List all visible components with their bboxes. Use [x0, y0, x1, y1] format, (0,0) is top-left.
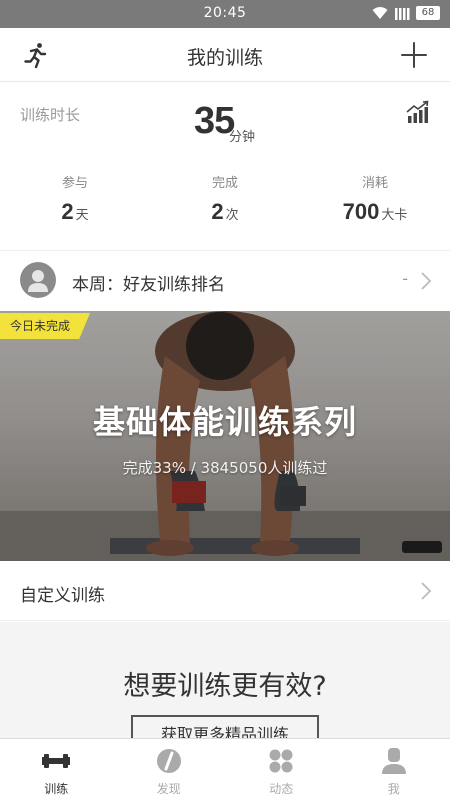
custom-training-row[interactable]: 自定义训练 [0, 561, 450, 621]
tab-feed[interactable]: 动态 [225, 739, 338, 800]
friend-ranking-row[interactable]: 本周：好友训练排名 - [0, 250, 450, 310]
stat-completed: 完成 2次 [150, 172, 300, 225]
promo-title: 想要训练更有效? [123, 671, 327, 702]
tab-me[interactable]: 我 [338, 739, 450, 800]
chart-icon[interactable] [406, 100, 430, 124]
dumbbell-icon [42, 747, 71, 775]
stat-value: 2 [61, 199, 74, 224]
battery-icon: 68 [416, 6, 440, 20]
banner-subtitle: 完成33% / 3845050人训练过 [122, 459, 328, 477]
status-bar: 20:45 68 [0, 0, 450, 28]
header: 我的训练 [0, 28, 450, 82]
grid-dots-icon [267, 747, 295, 775]
training-series-banner[interactable]: 今日未完成 基础体能训练系列 完成33% / 3845050人训练过 [0, 311, 450, 561]
tab-label: 动态 [269, 782, 294, 796]
person-icon [380, 747, 408, 775]
stat-label: 消耗 [361, 176, 388, 191]
friend-ranking-value: - [402, 269, 408, 288]
training-summary: 训练时长 35 分钟 参与 2天 完成 2次 消耗 700 大卡 [0, 82, 450, 242]
chevron-right-icon [420, 272, 432, 290]
tab-label: 我 [387, 782, 400, 796]
page-title: 我的训练 [186, 47, 263, 69]
duration-unit: 分钟 [229, 130, 256, 145]
avatar [20, 262, 56, 298]
stat-unit: 次 [225, 208, 239, 223]
chevron-right-icon [420, 582, 432, 600]
compass-icon [155, 747, 183, 775]
stat-value: 2 [211, 199, 224, 224]
friend-ranking-label: 本周：好友训练排名 [72, 275, 225, 295]
tab-label: 发现 [156, 782, 181, 796]
tab-discover[interactable]: 发现 [113, 739, 226, 800]
stat-label: 参与 [61, 176, 88, 191]
tab-label: 训练 [44, 782, 69, 796]
stat-unit: 天 [75, 208, 89, 223]
status-icons: 68 [372, 6, 440, 20]
bottom-tab-bar: 训练 发现 动态 我 [0, 738, 450, 800]
duration-label: 训练时长 [20, 106, 81, 124]
banner-title: 基础体能训练系列 [92, 403, 357, 441]
stat-label: 完成 [211, 176, 238, 191]
stat-value: 700 [342, 199, 380, 224]
tab-training[interactable]: 训练 [0, 739, 113, 800]
plus-icon[interactable] [400, 41, 428, 69]
stat-unit: 大卡 [381, 208, 408, 223]
signal-icon [394, 6, 410, 20]
status-badge: 今日未完成 [0, 313, 91, 339]
promo-section: 想要训练更有效? 获取更多精品训练 [0, 622, 450, 738]
wifi-icon [372, 6, 388, 20]
stat-calories: 消耗 700 大卡 [300, 172, 450, 225]
stat-participate: 参与 2天 [0, 172, 150, 225]
get-more-training-button[interactable]: 获取更多精品训练 [131, 715, 319, 738]
custom-training-label: 自定义训练 [20, 586, 105, 606]
